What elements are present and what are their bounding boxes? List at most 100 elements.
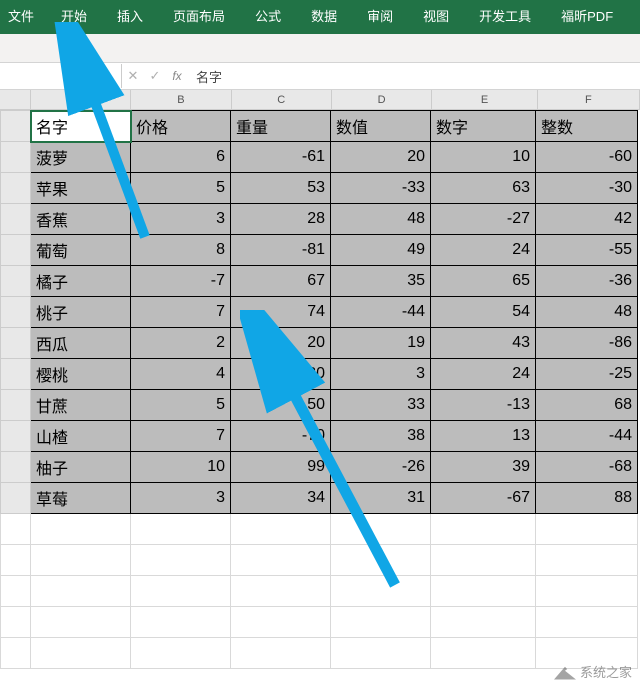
cell[interactable]: 48 [536, 297, 638, 328]
cell[interactable]: 33 [331, 390, 431, 421]
cell[interactable]: 28 [231, 204, 331, 235]
cell[interactable]: 35 [331, 266, 431, 297]
cell[interactable]: 49 [331, 235, 431, 266]
col-header-E[interactable]: E [432, 90, 537, 110]
cell[interactable]: 19 [331, 328, 431, 359]
col-header-C[interactable]: C [232, 90, 332, 110]
formula-cancel-icon[interactable]: ✕ [122, 64, 144, 88]
cell[interactable]: 88 [536, 483, 638, 514]
cell[interactable]: 3 [331, 359, 431, 390]
col-header-D[interactable]: D [332, 90, 432, 110]
cell[interactable]: -44 [536, 421, 638, 452]
cell[interactable] [331, 545, 431, 576]
row-header[interactable] [1, 483, 31, 514]
cell[interactable]: 葡萄 [31, 235, 131, 266]
row-header[interactable] [1, 173, 31, 204]
cell[interactable]: 24 [431, 359, 536, 390]
cell[interactable]: 草莓 [31, 483, 131, 514]
cell[interactable] [331, 576, 431, 607]
spreadsheet-grid[interactable]: A B C D E F 名字 价格 重量 数值 数字 整数 菠萝6-612010… [0, 90, 640, 110]
cell[interactable]: -55 [536, 235, 638, 266]
cell[interactable]: -26 [331, 452, 431, 483]
cell[interactable]: -81 [231, 235, 331, 266]
cell[interactable]: 10 [131, 452, 231, 483]
cell[interactable] [31, 545, 131, 576]
cell-E1[interactable]: 数字 [431, 111, 536, 142]
cell[interactable]: 菠萝 [31, 142, 131, 173]
cell[interactable] [131, 545, 231, 576]
cell[interactable]: 31 [331, 483, 431, 514]
row-header[interactable] [1, 390, 31, 421]
cell[interactable]: 5 [131, 173, 231, 204]
cell[interactable] [31, 607, 131, 638]
cell[interactable]: 甘蔗 [31, 390, 131, 421]
cell[interactable]: 13 [431, 421, 536, 452]
row-header[interactable] [1, 421, 31, 452]
row-header[interactable] [1, 204, 31, 235]
row-header[interactable] [1, 266, 31, 297]
cell[interactable]: 7 [131, 297, 231, 328]
cell[interactable]: -27 [431, 204, 536, 235]
row-header[interactable] [1, 576, 31, 607]
cell[interactable]: 42 [536, 204, 638, 235]
cell[interactable] [231, 545, 331, 576]
cell[interactable]: 38 [331, 421, 431, 452]
cell[interactable]: -61 [231, 142, 331, 173]
cell[interactable]: 6 [131, 142, 231, 173]
cell[interactable]: 20 [231, 328, 331, 359]
fx-icon[interactable]: fx [166, 64, 188, 88]
tab-insert[interactable]: 插入 [102, 0, 158, 34]
cell[interactable]: 50 [231, 390, 331, 421]
col-header-F[interactable]: F [538, 90, 640, 110]
cell[interactable]: -86 [536, 328, 638, 359]
cell[interactable]: 68 [536, 390, 638, 421]
cell-A1[interactable]: 名字 [31, 111, 131, 142]
tab-page-layout[interactable]: 页面布局 [158, 0, 240, 34]
cell[interactable]: -7 [131, 266, 231, 297]
cell[interactable]: 西瓜 [31, 328, 131, 359]
cell[interactable]: 54 [431, 297, 536, 328]
cell[interactable]: -68 [536, 452, 638, 483]
cell[interactable]: 4 [131, 359, 231, 390]
cell[interactable]: -25 [536, 359, 638, 390]
tab-data[interactable]: 数据 [296, 0, 352, 34]
cell[interactable]: 74 [231, 297, 331, 328]
cell[interactable] [536, 514, 638, 545]
cell[interactable]: -67 [431, 483, 536, 514]
tab-abbyy[interactable]: ABBYY [628, 0, 640, 34]
cell[interactable]: -33 [331, 173, 431, 204]
row-header[interactable] [1, 142, 31, 173]
cell-C1[interactable]: 重量 [231, 111, 331, 142]
cell[interactable]: -36 [536, 266, 638, 297]
row-header[interactable] [1, 452, 31, 483]
col-header-B[interactable]: B [131, 90, 231, 110]
cell[interactable] [331, 638, 431, 669]
row-header[interactable] [1, 607, 31, 638]
cell[interactable] [231, 607, 331, 638]
cell[interactable] [431, 607, 536, 638]
cell[interactable]: -30 [231, 359, 331, 390]
cell[interactable]: -13 [431, 390, 536, 421]
cell[interactable] [131, 638, 231, 669]
cell[interactable] [131, 514, 231, 545]
select-all-corner[interactable] [0, 90, 31, 110]
cell[interactable]: 苹果 [31, 173, 131, 204]
name-box[interactable] [0, 64, 122, 88]
tab-home[interactable]: 开始 [46, 0, 102, 34]
cell[interactable]: 24 [431, 235, 536, 266]
cell[interactable]: -44 [331, 297, 431, 328]
cell[interactable]: -60 [536, 142, 638, 173]
tab-formulas[interactable]: 公式 [240, 0, 296, 34]
cell[interactable] [131, 576, 231, 607]
cell[interactable]: 柚子 [31, 452, 131, 483]
cell[interactable]: 3 [131, 204, 231, 235]
cell[interactable]: 20 [331, 142, 431, 173]
cell[interactable] [431, 545, 536, 576]
tab-file[interactable]: 文件 [2, 0, 46, 34]
row-header[interactable] [1, 514, 31, 545]
cell[interactable]: 34 [231, 483, 331, 514]
row-header[interactable] [1, 297, 31, 328]
cell[interactable] [431, 638, 536, 669]
cell[interactable] [231, 638, 331, 669]
cell[interactable]: 2 [131, 328, 231, 359]
